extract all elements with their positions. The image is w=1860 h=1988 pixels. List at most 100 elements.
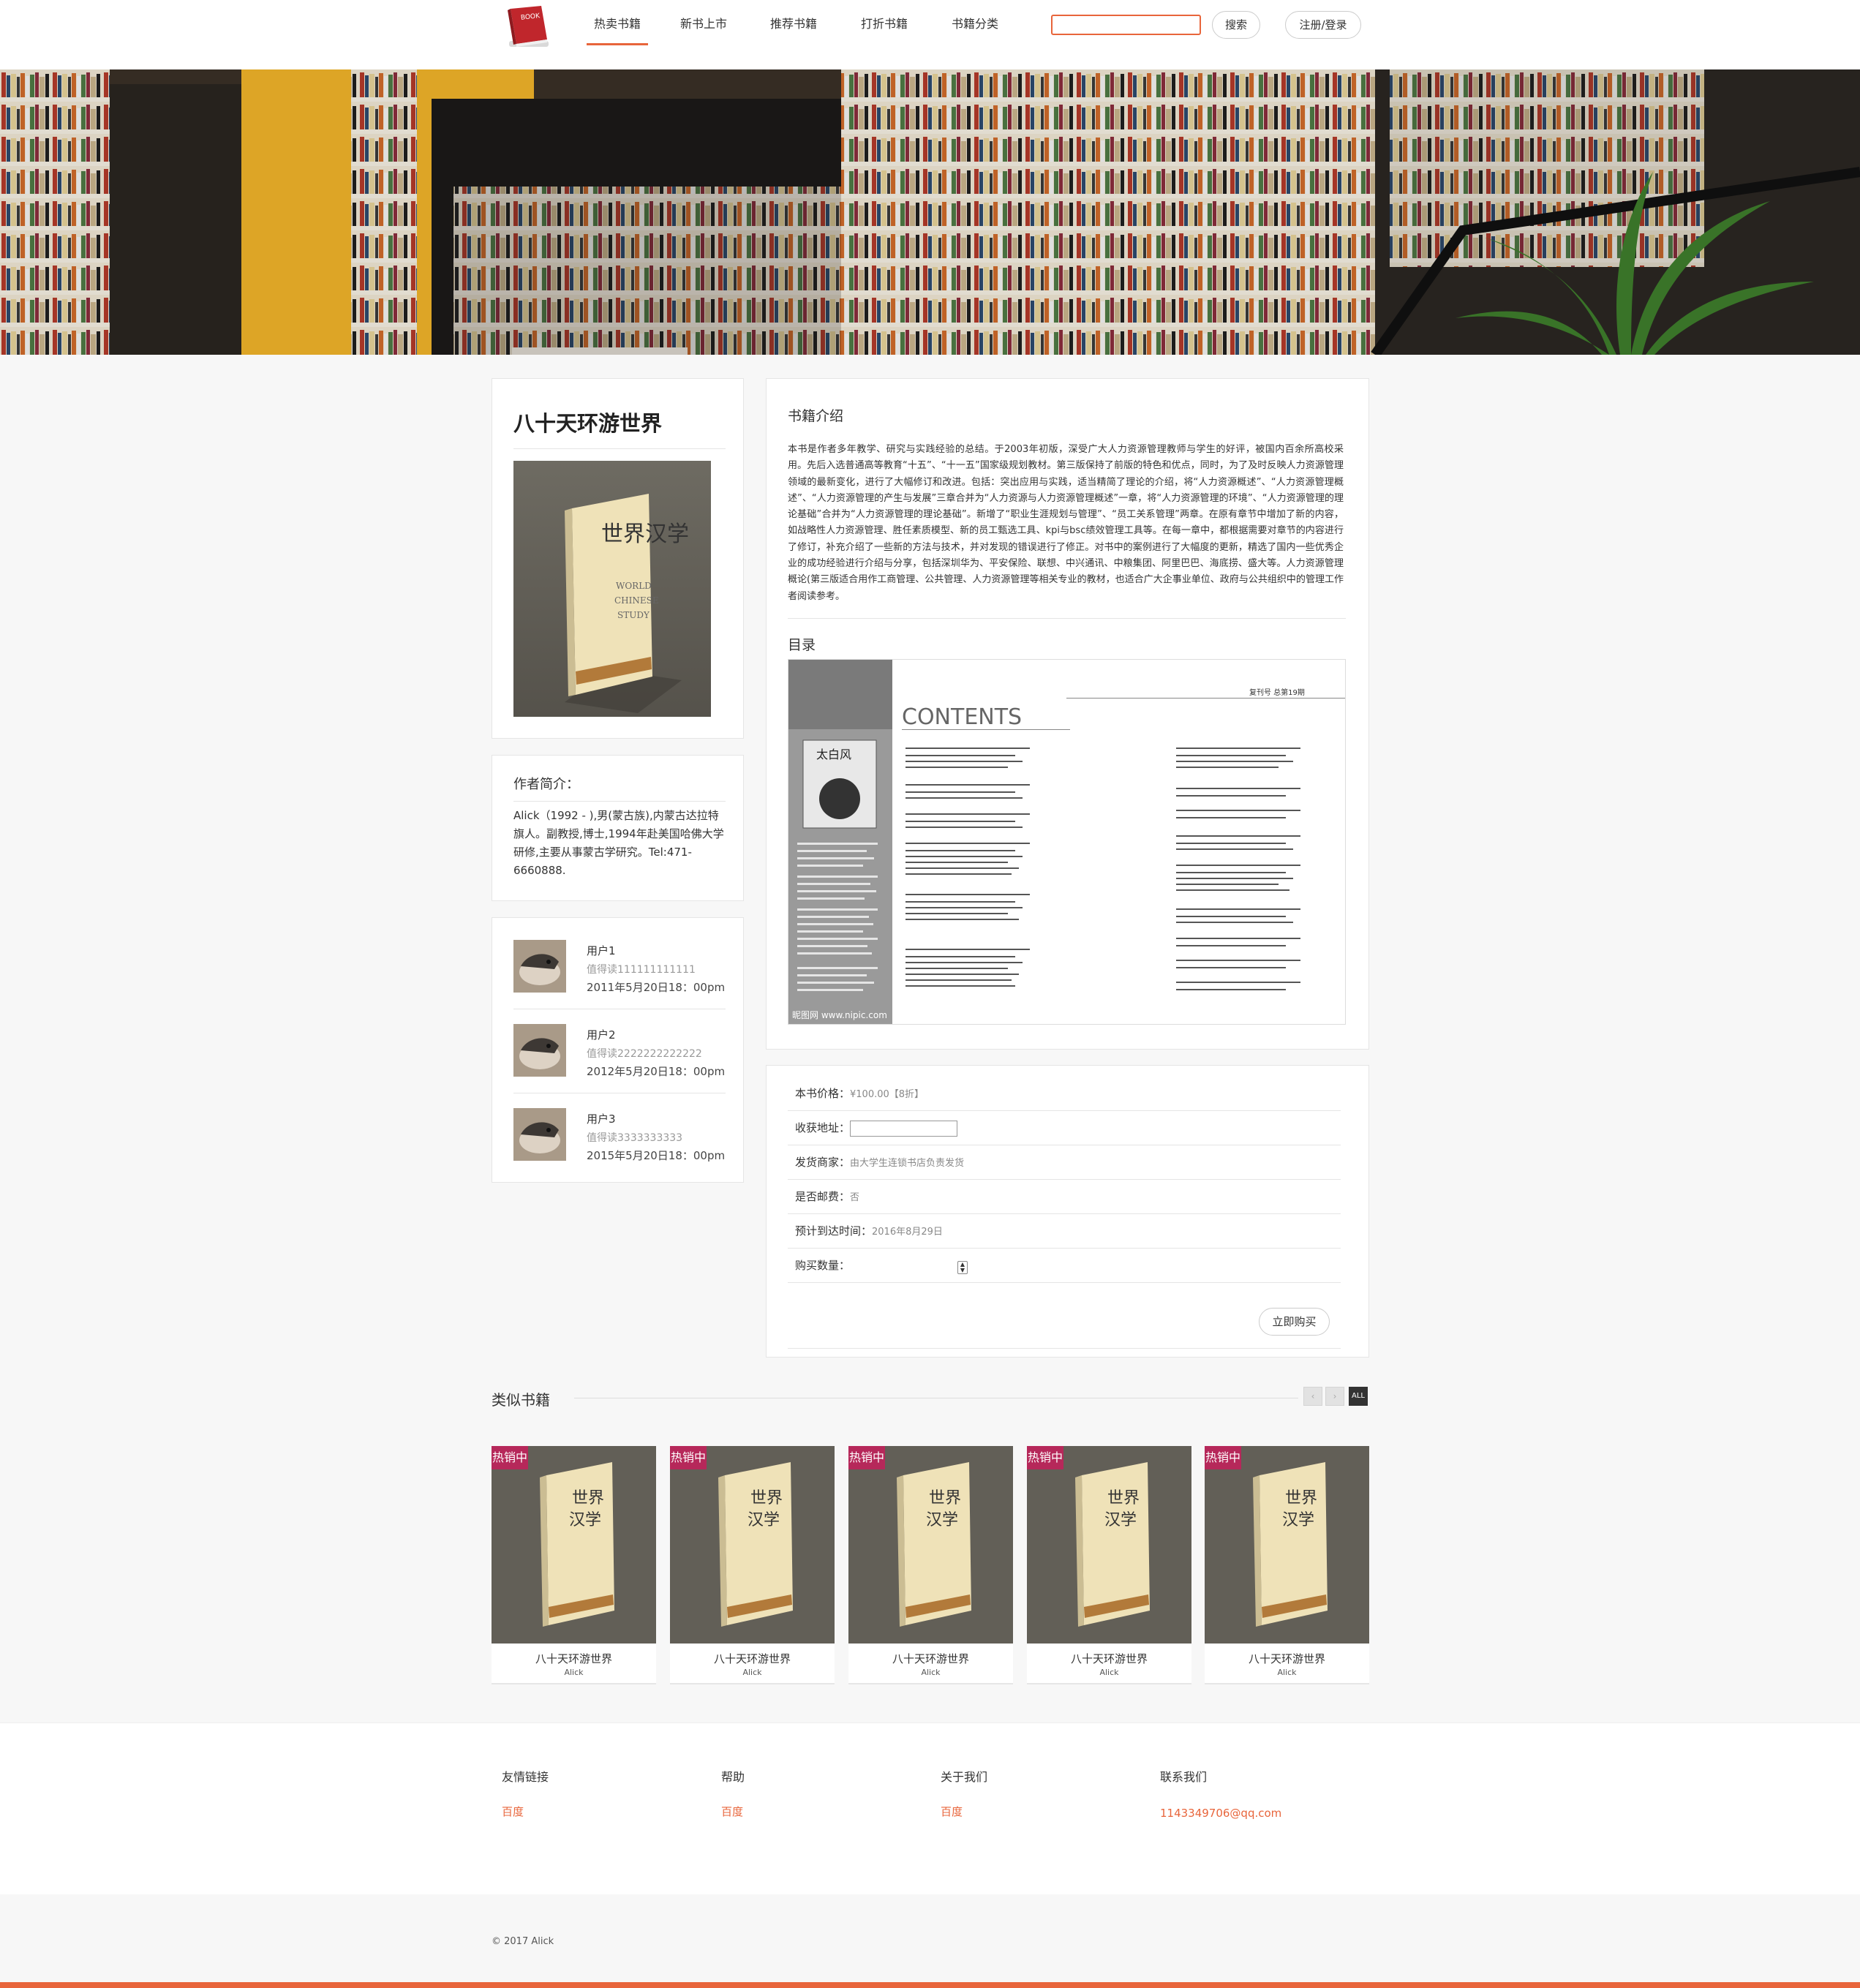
similar-book-cover[interactable]: 世界 汉学 热销中 bbox=[1027, 1446, 1191, 1644]
book-cover-image: 世界汉学 WORLD CHINESE STUDY bbox=[513, 461, 711, 717]
intro-text: 本书是作者多年教学、研究与实践经验的总结。于2003年初版，深受广大人力资源管理… bbox=[788, 444, 1344, 602]
footer-link[interactable]: 百度 bbox=[721, 1804, 745, 1819]
similar-book-card[interactable]: 世界 汉学 热销中 八十天环游世界 Alick bbox=[492, 1446, 656, 1684]
toc-illustration: 太白风 昵图网 www.nipic.com CONTENTS 复刊号 总第19期 bbox=[788, 660, 1345, 1024]
view-all-button[interactable]: ALL bbox=[1349, 1387, 1368, 1406]
bookstore-banner-image bbox=[0, 69, 1860, 355]
similar-book-card[interactable]: 世界 汉学 热销中 八十天环游世界 Alick bbox=[670, 1446, 835, 1684]
price-label: 本书价格： bbox=[795, 1087, 851, 1100]
footer-column-contact: 联系我们 1143349706@qq.com bbox=[1160, 1767, 1281, 1820]
review-text: 值得读3333333333 bbox=[587, 1132, 683, 1144]
toc-magazine-name: 太白风 bbox=[816, 748, 851, 761]
similar-book-title[interactable]: 八十天环游世界 bbox=[1205, 1651, 1369, 1666]
similar-books-heading: 类似书籍 bbox=[492, 1391, 550, 1409]
footer-link[interactable]: 百度 bbox=[502, 1804, 549, 1819]
similar-book-cover[interactable]: 世界 汉学 热销中 bbox=[1205, 1446, 1369, 1644]
book-cover-image: 世界 汉学 bbox=[848, 1446, 1013, 1644]
copyright-text: © 2017 Alick bbox=[492, 1936, 554, 1947]
review-date: 2012年5月20日18：00pm bbox=[587, 1065, 726, 1078]
similar-book-author: Alick bbox=[921, 1668, 941, 1677]
contact-email-link[interactable]: 1143349706@qq.com bbox=[1160, 1807, 1281, 1820]
purchase-card: 本书价格：¥100.00【8折】 收获地址： 发货商家：由大学生连锁书店负责发货… bbox=[766, 1065, 1369, 1358]
buy-now-button[interactable]: 立即购买 bbox=[1259, 1308, 1330, 1336]
book-cover-image: 世界 汉学 bbox=[1205, 1446, 1369, 1644]
review-date: 2011年5月20日18：00pm bbox=[587, 981, 726, 994]
divider bbox=[513, 448, 726, 449]
user-avatar bbox=[513, 1024, 566, 1077]
reviews-card: 用户1 值得读111111111111 2011年5月20日18：00pm 用户… bbox=[492, 917, 744, 1183]
quantity-label: 购买数量： bbox=[795, 1259, 851, 1272]
divider bbox=[788, 1348, 1341, 1349]
address-input[interactable] bbox=[850, 1120, 958, 1137]
cover-sub-2: CHINESE bbox=[614, 595, 659, 606]
shipping-value: 否 bbox=[850, 1192, 860, 1203]
similar-book-author: Alick bbox=[1277, 1668, 1297, 1677]
svg-text:世界: 世界 bbox=[1285, 1489, 1317, 1507]
copyright-area: © 2017 Alick bbox=[0, 1894, 1860, 1982]
book-cover-image: 世界 汉学 bbox=[492, 1446, 656, 1644]
cover-title-text: 世界汉学 bbox=[601, 522, 689, 547]
hot-selling-badge: 热销中 bbox=[670, 1446, 707, 1469]
similar-book-cover[interactable]: 世界 汉学 热销中 bbox=[670, 1446, 835, 1644]
similar-book-author: Alick bbox=[742, 1668, 762, 1677]
hot-selling-badge: 热销中 bbox=[848, 1446, 885, 1469]
similar-book-cover[interactable]: 世界 汉学 热销中 bbox=[492, 1446, 656, 1644]
toc-heading: 目录 bbox=[788, 637, 816, 653]
similar-book-card[interactable]: 世界 汉学 热销中 八十天环游世界 Alick bbox=[1027, 1446, 1191, 1684]
svg-text:世界: 世界 bbox=[572, 1489, 604, 1507]
user-avatar bbox=[513, 1108, 566, 1161]
nav-recommended-books[interactable]: 推荐书籍 bbox=[768, 15, 819, 45]
nav-book-categories[interactable]: 书籍分类 bbox=[949, 15, 1001, 45]
prev-arrow-icon[interactable]: ‹ bbox=[1303, 1387, 1322, 1406]
eta-label: 预计到达时间： bbox=[795, 1224, 873, 1238]
footer-heading: 关于我们 bbox=[941, 1770, 988, 1784]
nav-new-books[interactable]: 新书上市 bbox=[678, 15, 729, 45]
similar-book-title[interactable]: 八十天环游世界 bbox=[848, 1651, 1013, 1666]
book-detail-card: 书籍介绍 本书是作者多年教学、研究与实践经验的总结。于2003年初版，深受广大人… bbox=[766, 378, 1369, 1050]
footer-heading: 联系我们 bbox=[1160, 1770, 1208, 1784]
review-user[interactable]: 用户3 bbox=[587, 1111, 616, 1126]
review-user[interactable]: 用户2 bbox=[587, 1027, 616, 1042]
book-summary-card: 八十天环游世界 世界汉学 WORLD CHINESE STUDY bbox=[492, 378, 744, 739]
quantity-row: 购买数量： ▲ ▼ bbox=[788, 1249, 1341, 1283]
svg-text:汉学: 汉学 bbox=[569, 1511, 601, 1529]
nav-hot-books[interactable]: 热卖书籍 bbox=[587, 15, 648, 45]
address-label: 收获地址： bbox=[795, 1121, 851, 1134]
seller-value: 由大学生连锁书店负责发货 bbox=[850, 1158, 965, 1169]
shipping-label: 是否邮费： bbox=[795, 1190, 851, 1203]
footer-heading: 友情链接 bbox=[502, 1770, 549, 1784]
similar-book-title[interactable]: 八十天环游世界 bbox=[492, 1651, 656, 1666]
divider bbox=[513, 801, 726, 802]
footer-heading: 帮助 bbox=[721, 1770, 745, 1784]
hot-selling-badge: 热销中 bbox=[492, 1446, 528, 1469]
similar-book-title[interactable]: 八十天环游世界 bbox=[670, 1651, 835, 1666]
book-cover-image: 世界 汉学 bbox=[1027, 1446, 1191, 1644]
seller-label: 发货商家： bbox=[795, 1156, 851, 1169]
seller-row: 发货商家：由大学生连锁书店负责发货 bbox=[788, 1145, 1341, 1180]
review-user[interactable]: 用户1 bbox=[587, 943, 616, 958]
similar-book-cover[interactable]: 世界 汉学 热销中 bbox=[848, 1446, 1013, 1644]
login-register-button[interactable]: 注册/登录 bbox=[1285, 11, 1361, 39]
table-of-contents-image: 太白风 昵图网 www.nipic.com CONTENTS 复刊号 总第19期 bbox=[788, 659, 1346, 1025]
nav-discount-books[interactable]: 打折书籍 bbox=[859, 15, 910, 45]
price-value: ¥100.00【8折】 bbox=[850, 1089, 925, 1100]
svg-text:世界: 世界 bbox=[929, 1489, 961, 1507]
similar-book-card[interactable]: 世界 汉学 热销中 八十天环游世界 Alick bbox=[1205, 1446, 1369, 1684]
footer-column-about: 关于我们 百度 bbox=[941, 1767, 987, 1819]
review-item: 用户3 值得读3333333333 2015年5月20日18：00pm bbox=[513, 1108, 744, 1181]
eta-value: 2016年8月29日 bbox=[872, 1227, 943, 1238]
next-arrow-icon[interactable]: › bbox=[1325, 1387, 1344, 1406]
cover-sub-1: WORLD bbox=[616, 581, 652, 591]
footer-links: 友情链接 百度 帮助 百度 关于我们 百度 联系我们 1143349706@qq… bbox=[0, 1722, 1860, 1894]
similar-book-card[interactable]: 世界 汉学 热销中 八十天环游世界 Alick bbox=[848, 1446, 1013, 1684]
quantity-stepper[interactable]: ▲ ▼ bbox=[957, 1261, 968, 1274]
shipping-row: 是否邮费：否 bbox=[788, 1180, 1341, 1214]
similar-book-title[interactable]: 八十天环游世界 bbox=[1027, 1651, 1191, 1666]
intro-heading: 书籍介绍 bbox=[788, 408, 844, 424]
review-item: 用户2 值得读2222222222222 2012年5月20日18：00pm bbox=[513, 1024, 744, 1097]
book-logo-icon[interactable]: BOOK bbox=[505, 4, 553, 50]
svg-text:世界: 世界 bbox=[750, 1489, 783, 1507]
search-input[interactable] bbox=[1051, 15, 1201, 35]
search-button[interactable]: 搜索 bbox=[1212, 11, 1260, 39]
footer-link[interactable]: 百度 bbox=[941, 1804, 987, 1819]
